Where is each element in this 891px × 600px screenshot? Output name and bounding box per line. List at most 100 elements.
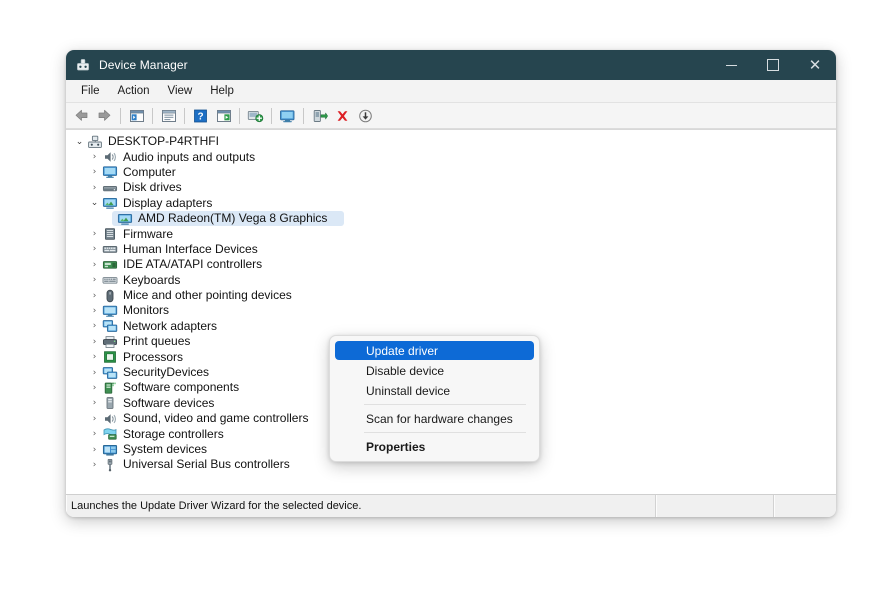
hid-icon <box>102 242 118 256</box>
device-display-button[interactable] <box>277 106 298 126</box>
tree-node-firmware[interactable]: › Firmware <box>66 226 836 241</box>
tree-node-display-adapters[interactable]: ⌄ Display adapters <box>66 196 836 211</box>
chevron-right-icon[interactable]: › <box>87 229 102 239</box>
tree-node-disk-drives[interactable]: › Disk drives <box>66 180 836 195</box>
chevron-right-icon[interactable]: › <box>87 460 102 470</box>
chevron-right-icon[interactable]: › <box>87 429 102 439</box>
menu-help[interactable]: Help <box>201 82 243 100</box>
show-hidden-devices-button[interactable] <box>213 106 234 126</box>
processor-icon <box>102 350 118 364</box>
tree-node-label: Computer <box>123 164 176 179</box>
chevron-right-icon[interactable]: › <box>87 306 102 316</box>
tree-node-ide-ata-atapi-controllers[interactable]: › IDE ATA/ATAPI controllers <box>66 257 836 272</box>
network-adapter-icon <box>102 319 118 333</box>
tree-node-label: DESKTOP-P4RTHFI <box>108 134 219 149</box>
chevron-right-icon[interactable]: › <box>87 321 102 331</box>
tree-node-label: Mice and other pointing devices <box>123 288 292 303</box>
tree-node-computer[interactable]: › Computer <box>66 165 836 180</box>
chevron-down-icon[interactable]: ⌄ <box>87 198 102 208</box>
context-menu-item-uninstall-device[interactable]: Uninstall device <box>335 381 534 400</box>
chevron-right-icon[interactable]: › <box>87 167 102 177</box>
chevron-right-icon[interactable]: › <box>87 352 102 362</box>
chevron-right-icon[interactable]: › <box>87 183 102 193</box>
chevron-right-icon[interactable]: › <box>87 398 102 408</box>
scan-for-hardware-changes-button[interactable] <box>245 106 266 126</box>
uninstall-device-button[interactable] <box>332 106 353 126</box>
context-menu-separator <box>364 404 526 405</box>
chevron-right-icon[interactable]: › <box>87 445 102 455</box>
chevron-down-icon[interactable]: ⌄ <box>72 137 87 147</box>
toolbar-separator <box>303 107 304 124</box>
tree-node-audio-inputs-and-outputs[interactable]: › Audio inputs and outputs <box>66 149 836 164</box>
tree-node-keyboards[interactable]: › Keyboards <box>66 273 836 288</box>
tree-node-label: AMD Radeon(TM) Vega 8 Graphics <box>138 211 328 226</box>
minimize-button[interactable] <box>710 50 752 80</box>
tree-node-label: Display adapters <box>123 195 213 210</box>
context-menu-item-scan-for-hardware-changes[interactable]: Scan for hardware changes <box>335 409 534 428</box>
enable-device-button[interactable] <box>309 106 330 126</box>
tree-node-label: Audio inputs and outputs <box>123 149 256 164</box>
printer-icon <box>102 335 118 349</box>
status-pane-3 <box>774 495 836 517</box>
chevron-right-icon[interactable]: › <box>87 275 102 285</box>
menu-file[interactable]: File <box>72 82 109 100</box>
forward-button[interactable] <box>94 106 115 126</box>
chevron-right-icon[interactable]: › <box>87 337 102 347</box>
menu-action[interactable]: Action <box>109 82 159 100</box>
context-menu: Update driver Disable device Uninstall d… <box>329 335 540 462</box>
chevron-right-icon[interactable]: › <box>87 260 102 270</box>
tree-node-label: Processors <box>123 349 184 364</box>
context-menu-item-properties[interactable]: Properties <box>335 437 534 456</box>
chevron-right-icon[interactable]: › <box>87 368 102 378</box>
chevron-right-icon[interactable]: › <box>87 152 102 162</box>
context-menu-item-update-driver[interactable]: Update driver <box>335 341 534 360</box>
toolbar-separator <box>239 107 240 124</box>
system-device-icon <box>102 443 118 457</box>
properties-button[interactable] <box>158 106 179 126</box>
disk-drive-icon <box>102 181 118 195</box>
tree-node-monitors[interactable]: › Monitors <box>66 303 836 318</box>
chevron-right-icon[interactable]: › <box>87 291 102 301</box>
window-title: Device Manager <box>99 58 188 72</box>
tree-node-root[interactable]: ⌄ DESKTOP-P4RTHFI <box>66 134 836 149</box>
tree-node-label: Universal Serial Bus controllers <box>123 457 290 472</box>
tree-node-amd-radeon-vega-8-graphics[interactable]: AMD Radeon(TM) Vega 8 Graphics <box>66 210 836 227</box>
help-button[interactable]: ? <box>190 106 211 126</box>
software-device-icon <box>102 396 118 410</box>
toolbar: ? <box>66 103 836 129</box>
tree-node-label: Disk drives <box>123 180 182 195</box>
status-message: Launches the Update Driver Wizard for th… <box>66 495 656 517</box>
keyboard-icon <box>102 273 118 287</box>
mouse-icon <box>102 289 118 303</box>
chevron-right-icon[interactable]: › <box>87 414 102 424</box>
update-driver-button[interactable] <box>355 106 376 126</box>
toolbar-separator <box>271 107 272 124</box>
tree-node-network-adapters[interactable]: › Network adapters <box>66 319 836 334</box>
title-bar[interactable]: Device Manager ✕ <box>66 50 836 80</box>
speaker-icon <box>102 150 118 164</box>
tree-node-human-interface-devices[interactable]: › Human Interface Devices <box>66 242 836 257</box>
device-tree-panel[interactable]: ⌄ DESKTOP-P4RTHFI › Audio inputs and out… <box>66 129 836 494</box>
chevron-right-icon[interactable]: › <box>87 244 102 254</box>
context-menu-separator <box>364 432 526 433</box>
context-menu-item-disable-device[interactable]: Disable device <box>335 361 534 380</box>
menu-view[interactable]: View <box>159 82 202 100</box>
tree-node-label: Software components <box>123 380 240 395</box>
back-button[interactable] <box>71 106 92 126</box>
toolbar-separator <box>184 107 185 124</box>
tree-node-label: Network adapters <box>123 318 218 333</box>
display-adapter-icon <box>102 196 118 210</box>
show-hide-console-tree-button[interactable] <box>126 106 147 126</box>
close-button[interactable]: ✕ <box>794 50 836 80</box>
chevron-right-icon[interactable]: › <box>87 383 102 393</box>
maximize-button[interactable] <box>752 50 794 80</box>
monitor-icon <box>102 304 118 318</box>
device-manager-icon <box>75 57 91 73</box>
tree-node-label: IDE ATA/ATAPI controllers <box>123 257 263 272</box>
security-device-icon <box>102 366 118 380</box>
tree-node-mice-and-other-pointing-devices[interactable]: › Mice and other pointing devices <box>66 288 836 303</box>
toolbar-separator <box>152 107 153 124</box>
status-bar: Launches the Update Driver Wizard for th… <box>66 494 836 517</box>
tree-node-label: Human Interface Devices <box>123 241 258 256</box>
usb-icon <box>102 458 118 472</box>
